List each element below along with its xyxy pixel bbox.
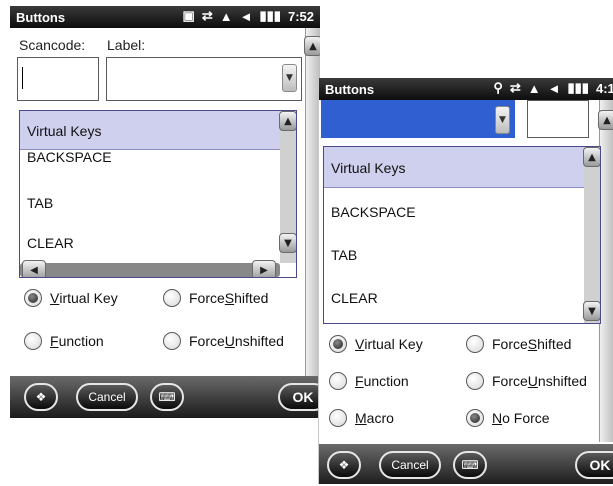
keyboard-icon[interactable]: ⌨	[453, 451, 487, 479]
list-selected-row[interactable]: Virtual Keys	[324, 147, 584, 188]
list-header: Virtual Keys	[331, 160, 406, 176]
radio-button[interactable]	[466, 335, 484, 353]
ok-button[interactable]: OK	[575, 451, 613, 479]
radio-button[interactable]	[163, 332, 181, 350]
list-item[interactable]: TAB	[331, 247, 357, 263]
list-scroll-up-icon[interactable]: ▲	[583, 147, 600, 167]
radio-button[interactable]	[466, 372, 484, 390]
cancel-button[interactable]: Cancel	[379, 451, 441, 479]
connection-icon: ⇄	[509, 80, 521, 95]
list-item[interactable]: BACKSPACE	[27, 149, 112, 165]
list-vertical-scrollbar[interactable]: ▲ ▼	[583, 147, 600, 323]
connection-icon: ⇄	[201, 8, 213, 23]
radio-button[interactable]	[163, 289, 181, 307]
battery-icon: ▮▮▮	[259, 8, 281, 23]
radio-button-selected[interactable]	[24, 289, 42, 307]
list-item[interactable]: TAB	[27, 195, 53, 211]
radio-button-selected[interactable]	[329, 335, 347, 353]
pin-icon: ⚲	[493, 80, 503, 95]
radio-force-unshifted[interactable]: Force Unshifted	[163, 332, 284, 350]
dropdown-arrow-icon[interactable]: ▼	[495, 106, 510, 134]
battery-icon: ▮▮▮	[567, 80, 589, 95]
radio-force-shifted[interactable]: Force Shifted	[163, 289, 268, 307]
windows-start-icon[interactable]: ❖	[24, 383, 58, 411]
status-title: Buttons	[16, 10, 66, 25]
radio-function[interactable]: Function	[24, 332, 104, 350]
virtual-keys-list[interactable]: Virtual Keys BACKSPACE TAB CLEAR ▲ ▼ ◀ ▶	[19, 110, 297, 278]
radio-button[interactable]	[329, 372, 347, 390]
radio-button[interactable]	[329, 409, 347, 427]
list-scroll-down-icon[interactable]: ▼	[279, 233, 296, 253]
softkey-bar: ❖ Cancel ⌨ OK	[10, 376, 320, 418]
radio-virtual-key[interactable]: Virtual Key	[329, 335, 423, 353]
radio-button[interactable]	[24, 332, 42, 350]
status-title: Buttons	[325, 82, 375, 97]
radio-force-unshifted[interactable]: Force Unshifted	[466, 372, 587, 390]
radio-button-selected[interactable]	[466, 409, 484, 427]
buttons-screen-2: Buttons ⚲ ⇄ ▲ ◄ ▮▮▮ 4:18 ▼ ▲ Virtual Key…	[318, 78, 613, 484]
scroll-left-icon[interactable]: ◀	[22, 260, 46, 277]
label-label: Label:	[107, 37, 146, 53]
list-item[interactable]: CLEAR	[331, 290, 378, 306]
radio-force-shifted[interactable]: Force Shifted	[466, 335, 571, 353]
windows-start-icon[interactable]: ❖	[327, 451, 361, 479]
radio-macro[interactable]: Macro	[329, 409, 394, 427]
ok-button[interactable]: OK	[278, 383, 320, 411]
radio-no-force[interactable]: No Force	[466, 409, 550, 427]
list-selected-row[interactable]: Virtual Keys	[20, 111, 280, 150]
cancel-button[interactable]: Cancel	[76, 383, 138, 411]
virtual-keys-list[interactable]: Virtual Keys BACKSPACE TAB CLEAR ▲ ▼	[323, 146, 601, 324]
dropdown-arrow-icon[interactable]: ▼	[282, 64, 297, 92]
text-caret	[22, 67, 23, 89]
label-dropdown[interactable]: ▼	[321, 100, 515, 138]
list-scroll-down-icon[interactable]: ▼	[583, 301, 600, 321]
signal-icon: ▲	[219, 8, 233, 24]
volume-icon: ◄	[239, 8, 253, 24]
radio-function[interactable]: Function	[329, 372, 409, 390]
keyboard-icon[interactable]: ⌨	[150, 383, 184, 411]
scroll-up-icon[interactable]: ▲	[304, 36, 320, 56]
signal-icon: ▲	[527, 80, 541, 96]
list-item[interactable]: BACKSPACE	[331, 204, 416, 220]
scancode-input[interactable]	[17, 57, 99, 101]
softkey-bar: ❖ Cancel ⌨ OK	[319, 444, 613, 484]
status-bar: Buttons ▣ ⇄ ▲ ◄ ▮▮▮ 7:52	[10, 6, 320, 28]
scroll-right-icon[interactable]: ▶	[252, 260, 276, 277]
status-time: 7:52	[287, 8, 314, 24]
page-scrollbar[interactable]: ▲	[598, 100, 613, 442]
list-scroll-up-icon[interactable]: ▲	[279, 111, 296, 131]
scroll-up-icon[interactable]: ▲	[598, 110, 613, 130]
list-horizontal-scrollbar[interactable]: ◀ ▶	[20, 260, 280, 277]
radio-virtual-key[interactable]: Virtual Key	[24, 289, 118, 307]
list-vertical-scrollbar[interactable]: ▲ ▼	[279, 111, 296, 263]
sync-icon: ▣	[182, 8, 195, 23]
volume-icon: ◄	[547, 80, 561, 96]
scancode-input[interactable]	[527, 100, 589, 138]
status-bar: Buttons ⚲ ⇄ ▲ ◄ ▮▮▮ 4:18	[319, 78, 613, 100]
list-header: Virtual Keys	[27, 123, 102, 139]
status-time: 4:18	[595, 80, 613, 96]
list-item[interactable]: CLEAR	[27, 235, 74, 251]
buttons-screen-1: Buttons ▣ ⇄ ▲ ◄ ▮▮▮ 7:52 Scancode: Label…	[10, 6, 320, 418]
label-dropdown[interactable]: ▼	[106, 57, 302, 101]
scancode-label: Scancode:	[19, 37, 86, 53]
